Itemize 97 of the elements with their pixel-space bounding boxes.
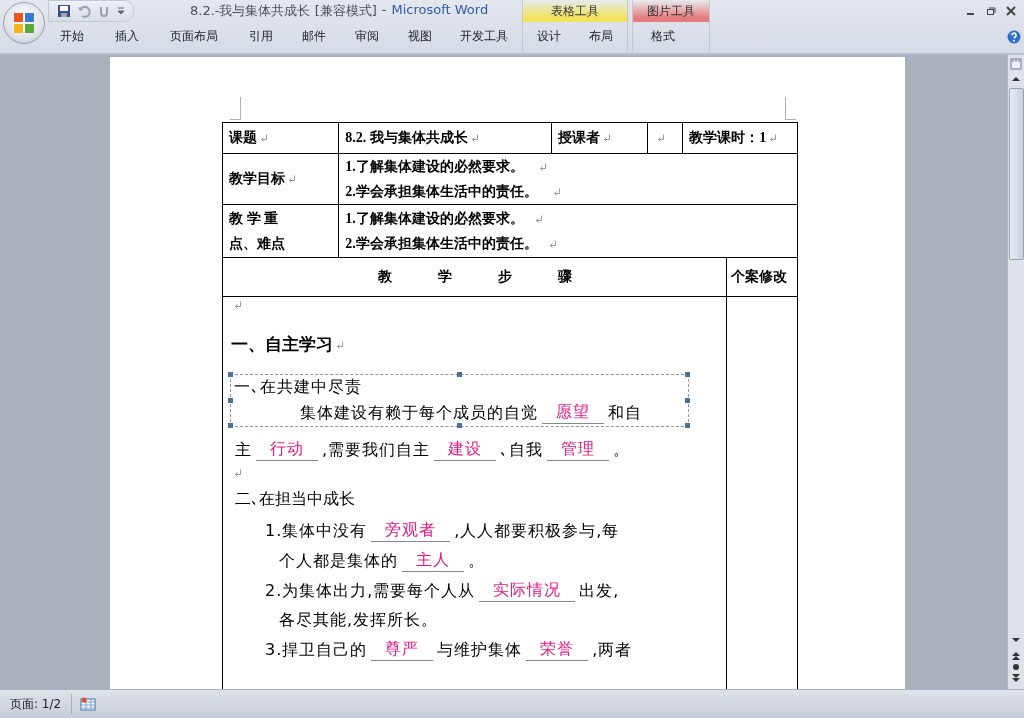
paragraph-mark-icon [657,134,666,142]
scroll-thumb[interactable] [1008,88,1024,260]
ribbon-tab[interactable]: 邮件 [287,23,341,50]
table-cell: 个案修改 [726,257,798,297]
close-icon[interactable] [1006,6,1016,16]
question-text: 出发, [579,581,620,602]
fill-in-answer: 实际情况 [479,580,576,602]
question-text: ,两者 [592,640,633,661]
column-heading-char: 学 [437,268,452,286]
section-subheading: 一､在共建中尽责 [234,377,362,398]
contextual-tab-group: 表格工具 [523,0,627,22]
question-text: ､自我 [500,440,544,461]
question-text: ,需要我们自主 [322,440,431,461]
ribbon-tab[interactable]: 引用 [234,23,288,50]
crop-mark [785,97,796,120]
paragraph-mark-icon [538,162,547,171]
resize-handle[interactable] [685,423,690,428]
paragraph-mark-icon [552,187,561,196]
fill-in-answer: 旁观者 [371,520,451,542]
goal-text: 1.了解集体建设的必然要求。 [345,158,524,176]
column-heading-char: 步 [497,268,512,286]
crop-mark [230,97,241,120]
table-cell: 8.2. 我与集体共成长 [338,122,552,154]
column-heading-char: 教 [377,268,392,286]
question-text: 与维护集体 [437,640,523,661]
key-point-text: 2.学会承担集体生活中的责任。 [345,235,538,253]
ribbon-tab[interactable]: 视图 [393,23,447,50]
question-text: 1.集体中没有 [265,521,368,542]
label-text: 点、难点 [229,235,285,253]
goal-text: 2.学会承担集体生活中的责任。 [345,183,538,201]
paragraph-mark-icon [288,175,296,183]
section-heading: 一、自主学习 [231,333,333,356]
office-logo-icon [13,12,35,34]
fill-in-answer: 尊严 [371,639,434,661]
paragraph-mark-icon [534,214,543,223]
ruler-icon[interactable] [1010,58,1022,70]
key-point-text: 1.了解集体建设的必然要求。 [345,210,524,228]
ribbon-tab[interactable]: 开始 [44,23,101,50]
resize-handle[interactable] [228,397,233,403]
resize-handle[interactable] [456,372,462,377]
fill-in-answer: 荣誉 [526,639,589,661]
paragraph-mark-icon [260,134,268,142]
paragraph-mark-icon [336,340,344,349]
table-cell: 授课者 [551,122,648,154]
paragraph-mark-icon [548,239,557,248]
paragraph-mark-icon [769,134,778,142]
question-text: 和自 [608,403,642,424]
ribbon-tab[interactable]: 审阅 [340,23,394,50]
resize-handle[interactable] [456,423,462,428]
fill-in-answer: 管理 [547,439,610,461]
ribbon-tab[interactable]: 格式 [633,23,693,50]
question-text: 各尽其能,发挥所长。 [279,610,439,631]
browse-buttons-icon[interactable] [1011,649,1021,685]
question-text: 集体建设有赖于每个成员的自觉 [300,403,538,424]
save-icon[interactable] [57,4,71,18]
window-title: 8.2.-我与集体共成长 [兼容模式] - Microsoft Word [190,2,489,20]
question-text: 。 [468,551,485,572]
ribbon-tab[interactable]: 页面布局 [153,23,235,50]
page-count[interactable]: 页面: 1/2 [0,694,73,714]
ribbon-tab[interactable]: 设计 [523,23,575,50]
contextual-tab-group: 图片工具 [633,0,709,22]
fill-in-answer: 愿望 [542,402,604,424]
scroll-up-icon[interactable] [1011,74,1021,84]
question-text: 个人都是集体的 [279,551,398,572]
question-text: ,人人都要积极参与,每 [454,521,620,542]
fill-in-answer: 行动 [256,439,318,461]
ribbon-tab[interactable]: 布局 [575,23,627,50]
fill-in-answer: 主人 [402,550,464,572]
ribbon-tab[interactable]: 开发工具 [446,23,523,50]
resize-handle[interactable] [685,372,690,377]
column-heading-char: 骤 [557,268,572,286]
question-text: 3.捍卫自己的 [265,640,368,661]
paragraph-mark-icon [470,134,479,142]
help-icon[interactable] [1007,29,1021,44]
spreadsheet-icon[interactable] [80,697,97,711]
resize-handle[interactable] [685,397,690,403]
table-cell: 教学目标 [222,153,339,205]
vertical-scrollbar[interactable] [1007,55,1024,689]
resize-handle[interactable] [228,372,233,377]
paragraph-mark-icon [603,134,612,142]
table-cell: 课题 [222,122,339,154]
paragraph-mark-icon [234,469,242,477]
question-text: 主 [235,440,252,461]
paragraph-mark-icon [234,301,242,309]
restore-icon[interactable] [986,6,996,16]
fill-in-answer: 建设 [434,439,497,461]
label-text: 教 学 重 [229,210,278,228]
ribbon-tab[interactable]: 插入 [100,23,154,50]
question-text: 2.为集体出力,需要每个人从 [265,581,476,602]
text-box[interactable]: 一､在共建中尽责 集体建设有赖于每个成员的自觉 愿望 和自 [230,374,689,427]
table-cell: 教学课时：1 [682,122,798,154]
resize-handle[interactable] [228,423,233,428]
scroll-down-icon[interactable] [1011,635,1021,645]
office-button[interactable] [3,2,45,44]
section-subheading: 二､在担当中成长 [235,489,355,510]
customize-dropdown-icon[interactable] [117,7,125,15]
question-text: 。 [613,440,631,461]
